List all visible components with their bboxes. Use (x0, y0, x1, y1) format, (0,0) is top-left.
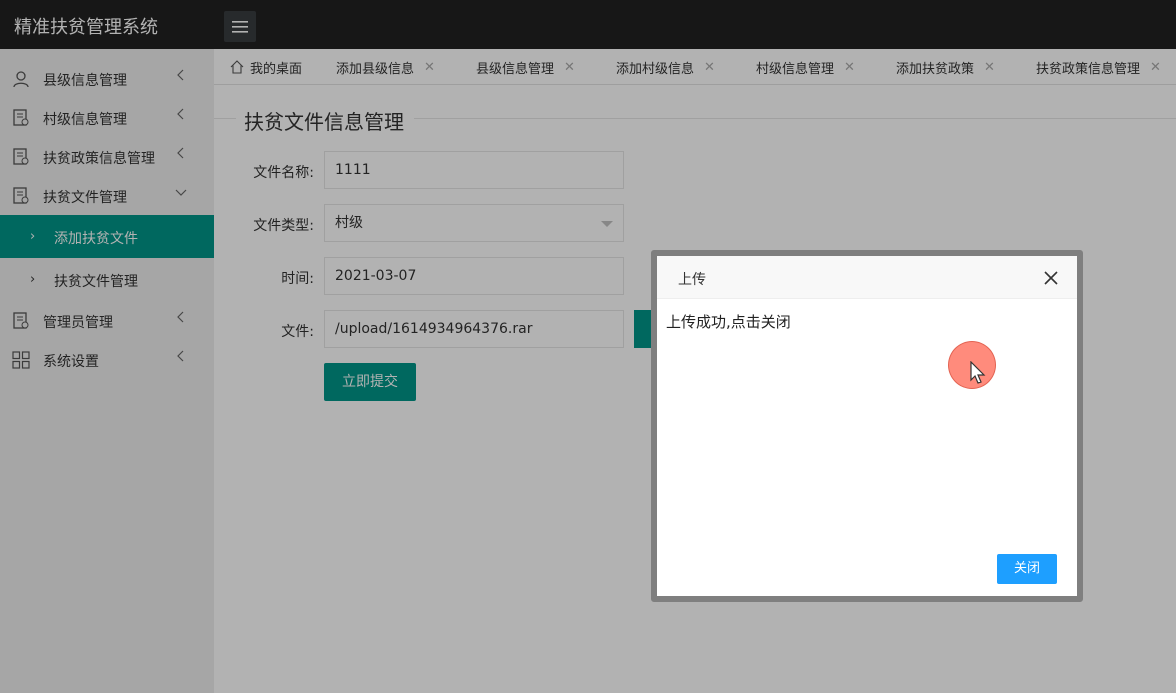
dialog-header: 上传 (657, 256, 1077, 299)
close-icon[interactable] (1043, 270, 1059, 286)
mouse-pointer-icon (970, 361, 986, 384)
dialog-close-button[interactable]: 关闭 (997, 554, 1057, 584)
dialog-message: 上传成功,点击关闭 (666, 313, 791, 331)
dialog-title: 上传 (678, 272, 706, 288)
upload-dialog: 上传 上传成功,点击关闭 关闭 (651, 250, 1083, 602)
